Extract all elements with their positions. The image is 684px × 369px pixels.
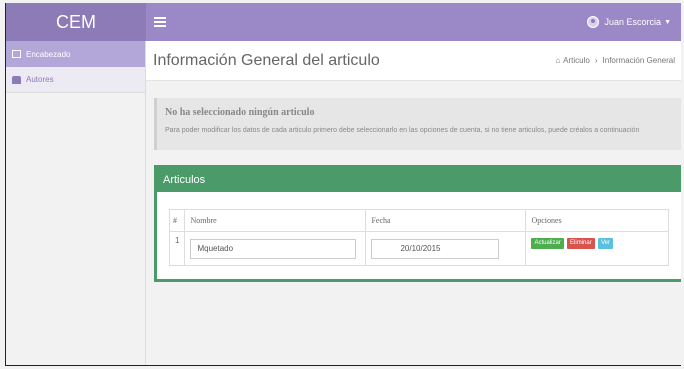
column-header-num: # [168, 209, 186, 232]
app-window: CEM Juan Escorcia ▼ Encabezado Autores I… [5, 3, 681, 366]
brand-logo[interactable]: CEM [6, 3, 146, 41]
column-header-nombre: Nombre [184, 209, 367, 232]
delete-button[interactable]: Eliminar [567, 238, 595, 249]
menu-toggle-icon[interactable] [154, 17, 166, 27]
brand-text: CEM [56, 11, 96, 32]
top-bar: Juan Escorcia ▼ [146, 3, 681, 41]
column-header-fecha: Fecha [365, 209, 527, 232]
page-title: Información General del articulo [153, 51, 380, 69]
sidebar-item-encabezado[interactable]: Encabezado [6, 41, 145, 67]
column-header-opciones: Opciones [525, 209, 669, 232]
nombre-field[interactable]: Mquetado [190, 238, 357, 259]
page-header: Información General del articulo ⌂ Artic… [146, 41, 681, 81]
home-icon: ⌂ [555, 56, 561, 65]
sidebar-item-label: Autores [26, 75, 54, 84]
notice-text: Para poder modificar los datos de cada a… [165, 127, 640, 134]
cell-opciones: Actualizar Eliminar Ver [525, 231, 669, 266]
breadcrumb: ⌂ Articulo › Información General [555, 56, 675, 65]
notice-title: No ha seleccionado ningún articulo [165, 107, 315, 118]
avatar-icon [586, 16, 599, 28]
breadcrumb-item-current: Información General [602, 56, 675, 65]
articles-panel: Articulos # Nombre Fecha Opciones 1 Mque… [154, 165, 681, 282]
user-menu[interactable]: Juan Escorcia ▼ [586, 16, 671, 28]
users-icon [12, 75, 21, 84]
cell-nombre: Mquetado [184, 231, 367, 266]
chevron-right-icon: › [594, 56, 598, 65]
user-name: Juan Escorcia [604, 17, 662, 27]
sidebar: Encabezado Autores [6, 41, 146, 365]
update-button[interactable]: Actualizar [531, 238, 564, 249]
no-selection-notice: No ha seleccionado ningún articulo Para … [154, 98, 681, 150]
sidebar-item-label: Encabezado [26, 49, 71, 59]
cell-fecha: 20/10/2015 [365, 231, 527, 266]
sidebar-item-autores[interactable]: Autores [6, 67, 145, 93]
list-icon [12, 50, 21, 58]
main-content: Información General del articulo ⌂ Artic… [146, 41, 681, 365]
breadcrumb-item[interactable]: Articulo [563, 56, 590, 65]
table-row: 1 Mquetado 20/10/2015 Actualizar Elimina… [168, 231, 669, 266]
view-button[interactable]: Ver [597, 238, 613, 249]
caret-down-icon: ▼ [664, 18, 671, 26]
articles-table: # Nombre Fecha Opciones 1 Mquetado 20/10… [168, 209, 669, 266]
panel-body: # Nombre Fecha Opciones 1 Mquetado 20/10… [157, 192, 681, 266]
panel-title: Articulos [157, 168, 681, 192]
row-number: 1 [168, 231, 186, 266]
table-header-row: # Nombre Fecha Opciones [168, 209, 669, 232]
fecha-field[interactable]: 20/10/2015 [371, 238, 500, 259]
